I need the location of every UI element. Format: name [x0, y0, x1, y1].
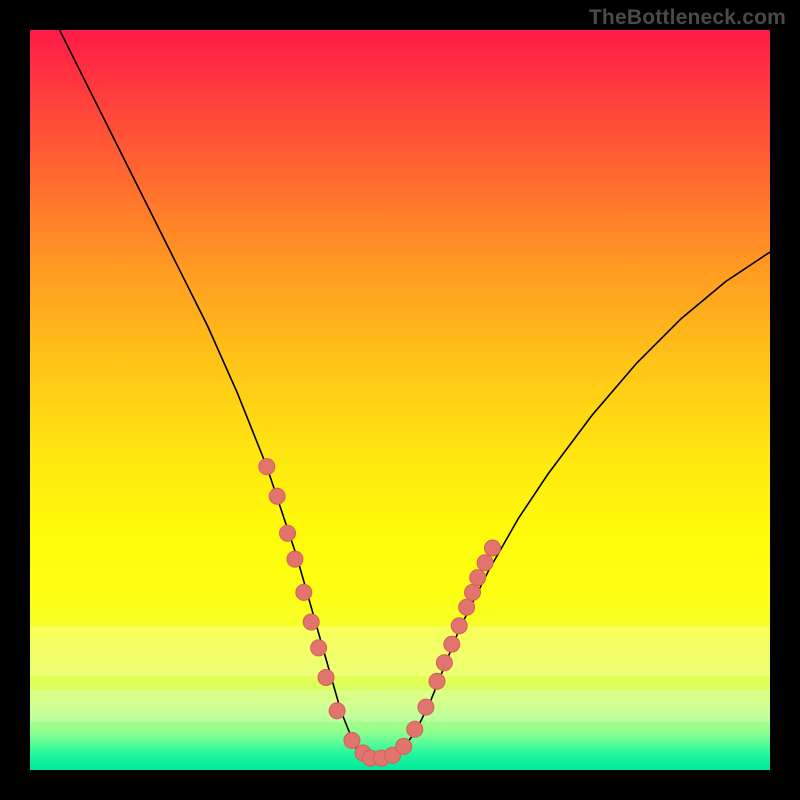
curve-marker [344, 732, 360, 748]
curve-marker [296, 584, 312, 600]
chart-svg [30, 30, 770, 770]
curve-marker [485, 540, 501, 556]
curve-marker [303, 614, 319, 630]
curve-marker [318, 670, 334, 686]
marker-layer [259, 459, 501, 767]
curve-marker [459, 599, 475, 615]
curve-marker [465, 584, 481, 600]
curve-marker [436, 655, 452, 671]
curve-marker [396, 738, 412, 754]
curve-marker [418, 699, 434, 715]
bottleneck-curve [60, 30, 770, 759]
watermark-text: TheBottleneck.com [589, 6, 786, 30]
plot-area [30, 30, 770, 770]
chart-frame: TheBottleneck.com [0, 0, 800, 800]
curve-marker [287, 551, 303, 567]
curve-marker [407, 721, 423, 737]
watermark-label: TheBottleneck.com [589, 6, 786, 29]
curve-marker [329, 703, 345, 719]
curve-marker [311, 640, 327, 656]
curve-marker [280, 525, 296, 541]
curve-marker [259, 459, 275, 475]
curve-marker [269, 488, 285, 504]
curve-marker [444, 636, 460, 652]
curve-marker [470, 570, 486, 586]
curve-marker [477, 555, 493, 571]
curve-marker [451, 618, 467, 634]
curve-marker [429, 673, 445, 689]
